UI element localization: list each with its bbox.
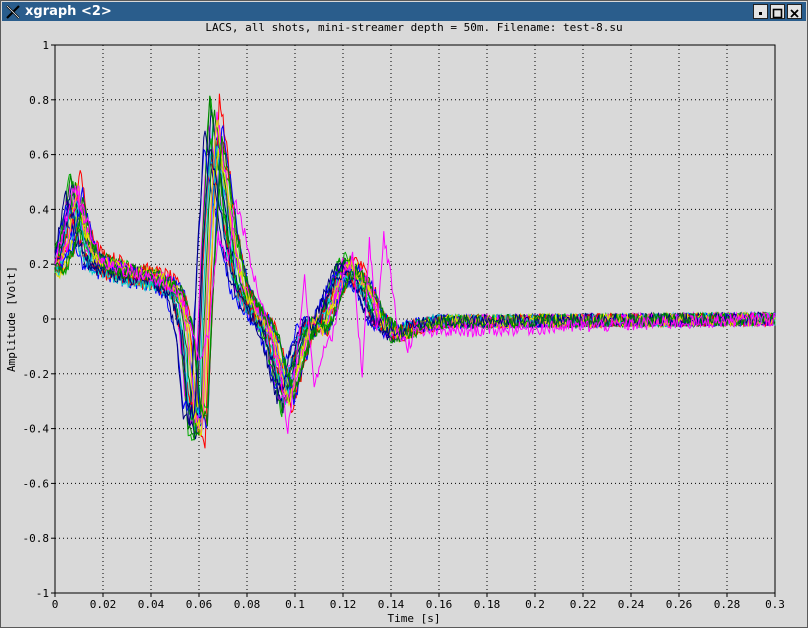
- x-tick-label: 0.02: [90, 598, 117, 611]
- x-tick-label: 0.06: [186, 598, 213, 611]
- xgraph-window: xgraph <2> LACS, all shots, mini-streame…: [0, 0, 808, 628]
- y-tick-label: 0.2: [29, 258, 49, 271]
- series-line: [54, 95, 776, 441]
- y-tick-label: 0.8: [29, 94, 49, 107]
- traces: [54, 93, 776, 449]
- maximize-button[interactable]: [770, 4, 785, 19]
- close-button[interactable]: [787, 4, 802, 19]
- y-tick-label: -0.4: [23, 423, 50, 436]
- x-tick-label: 0.2: [525, 598, 545, 611]
- series-line: [54, 95, 776, 442]
- x-tick-label: 0.16: [426, 598, 453, 611]
- y-tick-label: -1: [36, 587, 49, 600]
- window-title: xgraph <2>: [25, 4, 112, 19]
- x-tick-label: 0.28: [714, 598, 741, 611]
- y-tick-label: 0.4: [29, 203, 49, 216]
- x-tick-label: 0.08: [234, 598, 261, 611]
- y-tick-label: -0.8: [23, 532, 50, 545]
- x-tick-label: 0.22: [570, 598, 597, 611]
- plot-area: LACS, all shots, mini-streamer depth = 5…: [5, 21, 785, 625]
- title-bar[interactable]: xgraph <2>: [2, 2, 806, 21]
- x-tick-label: 0.1: [285, 598, 305, 611]
- y-tick-label: -0.6: [23, 477, 50, 490]
- maximize-icon: [772, 8, 783, 19]
- x-logo-icon[interactable]: [5, 4, 21, 20]
- x-tick-label: 0.26: [666, 598, 693, 611]
- x-tick-label: 0.24: [618, 598, 645, 611]
- y-tick-label: 1: [42, 39, 49, 52]
- x-axis-label: Time [s]: [388, 612, 441, 625]
- minimize-button[interactable]: [753, 4, 768, 19]
- y-tick-label: 0: [42, 313, 49, 326]
- x-tick-label: 0.14: [378, 598, 405, 611]
- x-tick-label: 0: [52, 598, 59, 611]
- y-axis-label: Amplitude [Volt]: [5, 266, 18, 372]
- minimize-icon: [759, 12, 762, 15]
- outlier-series-line: [54, 185, 776, 434]
- series-line: [54, 93, 776, 449]
- y-tick-label: -0.2: [23, 368, 50, 381]
- x-tick-labels: 0 0.02 0.04 0.06 0.08 0.1 0.12 0.14 0.16 0.18 0.2 0…: [52, 598, 785, 611]
- y-tick-label: 0.6: [29, 149, 49, 162]
- x-tick-label: 0.04: [138, 598, 165, 611]
- close-icon: [790, 9, 799, 18]
- x-tick-label: 0.18: [474, 598, 501, 611]
- x-tick-label: 0.3: [765, 598, 785, 611]
- x-tick-label: 0.12: [330, 598, 357, 611]
- chart-title: LACS, all shots, mini-streamer depth = 5…: [205, 21, 622, 34]
- y-tick-labels: 1 0.8 0.6 0.4 0.2 0 -0.2 -0.4 -0.6 -0.8 -1: [23, 39, 50, 600]
- series-line: [54, 141, 776, 413]
